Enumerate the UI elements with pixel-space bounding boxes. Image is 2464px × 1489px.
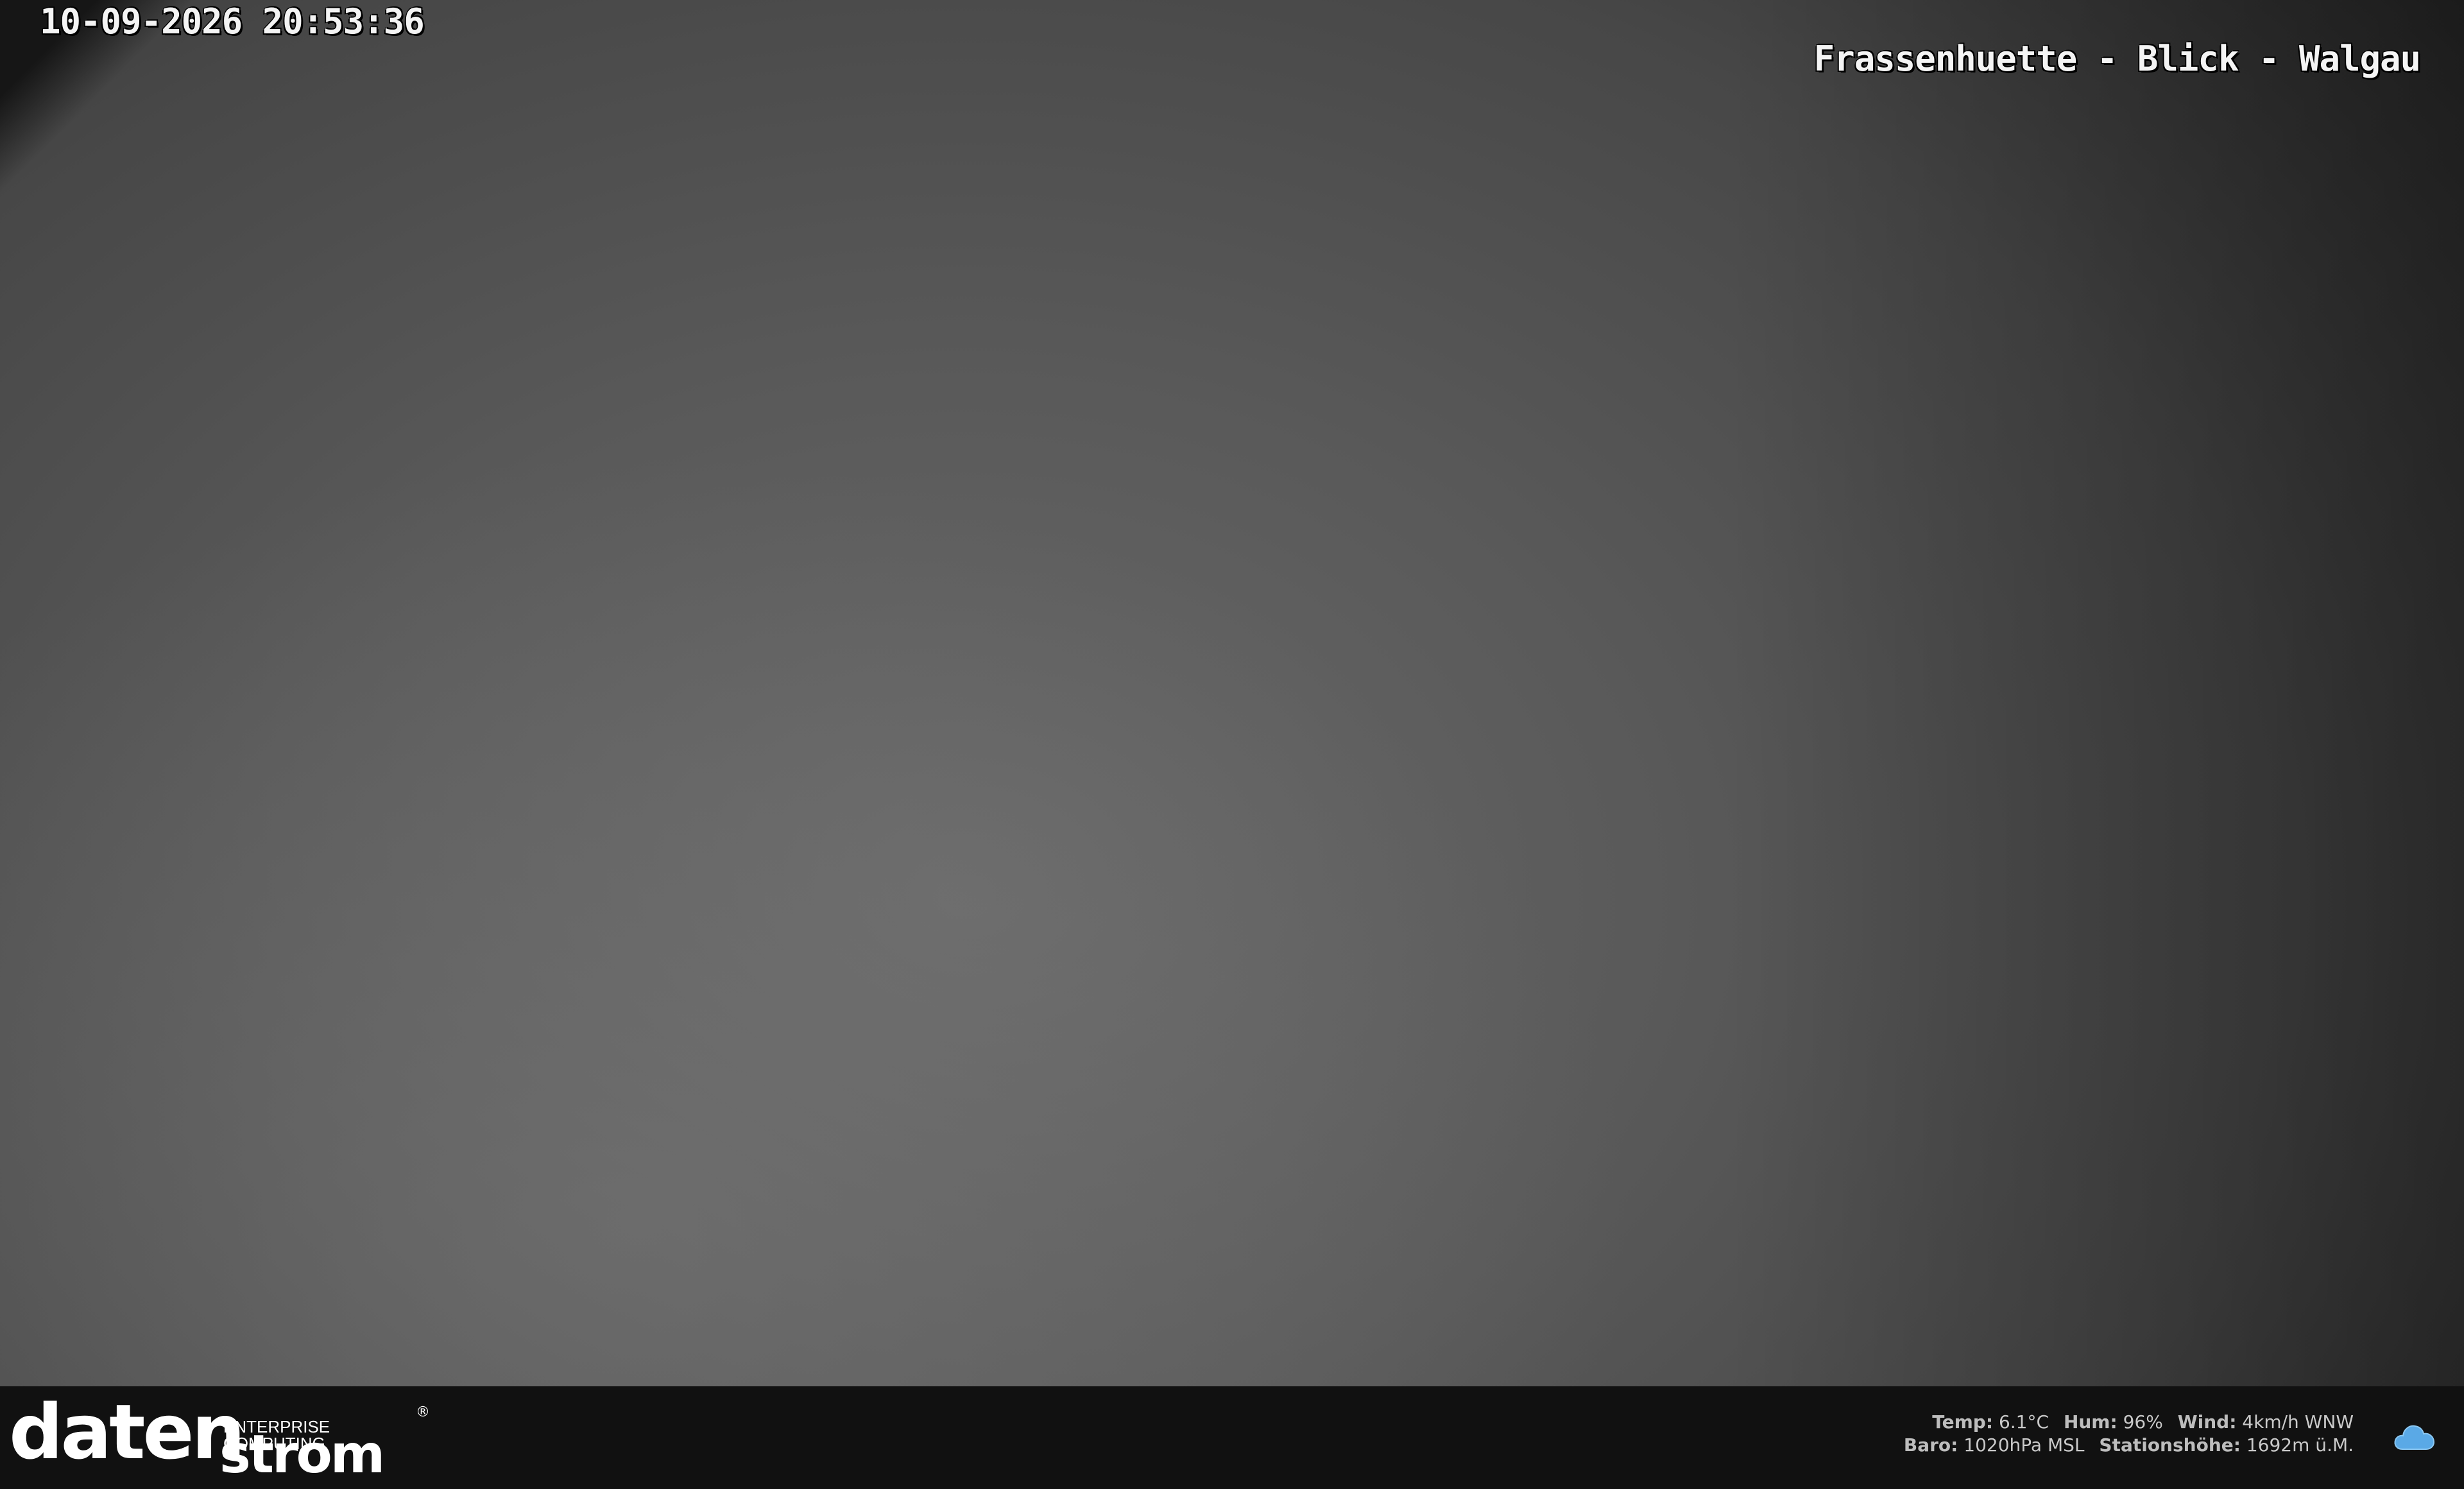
weather-line-1: Temp: 6.1°C Hum: 96% Wind: 4km/h WNW xyxy=(1904,1411,2354,1434)
wind-value: 4km/h WNW xyxy=(2242,1411,2354,1433)
weather-info: Temp: 6.1°C Hum: 96% Wind: 4km/h WNW Bar… xyxy=(1904,1411,2354,1457)
temp-label: Temp: xyxy=(1932,1411,1994,1433)
logo-word-daten: daten xyxy=(9,1388,246,1476)
humidity-value: 96% xyxy=(2123,1411,2163,1433)
baro-value: 1020hPa MSL xyxy=(1964,1434,2085,1456)
station-height-value: 1692m ü.M. xyxy=(2246,1434,2354,1456)
webcam-frame: 10-09-2026 20:53:36 Frassenhuette - Blic… xyxy=(0,0,2464,1489)
registered-mark: ® xyxy=(416,1404,430,1420)
cloud-icon-shape xyxy=(2394,1425,2435,1450)
camera-title-overlay: Frassenhuette - Blick - Walgau xyxy=(1813,39,2421,79)
webcam-image xyxy=(0,0,2464,1386)
brand-logo: daten ENTERPRISE COMPUTING strom ® xyxy=(9,1394,432,1485)
station-height-label: Stationshöhe: xyxy=(2099,1434,2241,1456)
weather-line-2: Baro: 1020hPa MSL Stationshöhe: 1692m ü.… xyxy=(1904,1434,2354,1457)
timestamp-overlay: 10-09-2026 20:53:36 xyxy=(40,1,425,42)
wind-label: Wind: xyxy=(2177,1411,2237,1433)
cloud-icon xyxy=(2394,1425,2435,1450)
logo-word-strom: strom xyxy=(219,1424,385,1485)
baro-label: Baro: xyxy=(1903,1434,1958,1456)
temp-value: 6.1°C xyxy=(1998,1411,2049,1433)
footer-bar: daten ENTERPRISE COMPUTING strom ® Temp:… xyxy=(0,1386,2464,1489)
humidity-label: Hum: xyxy=(2063,1411,2118,1433)
